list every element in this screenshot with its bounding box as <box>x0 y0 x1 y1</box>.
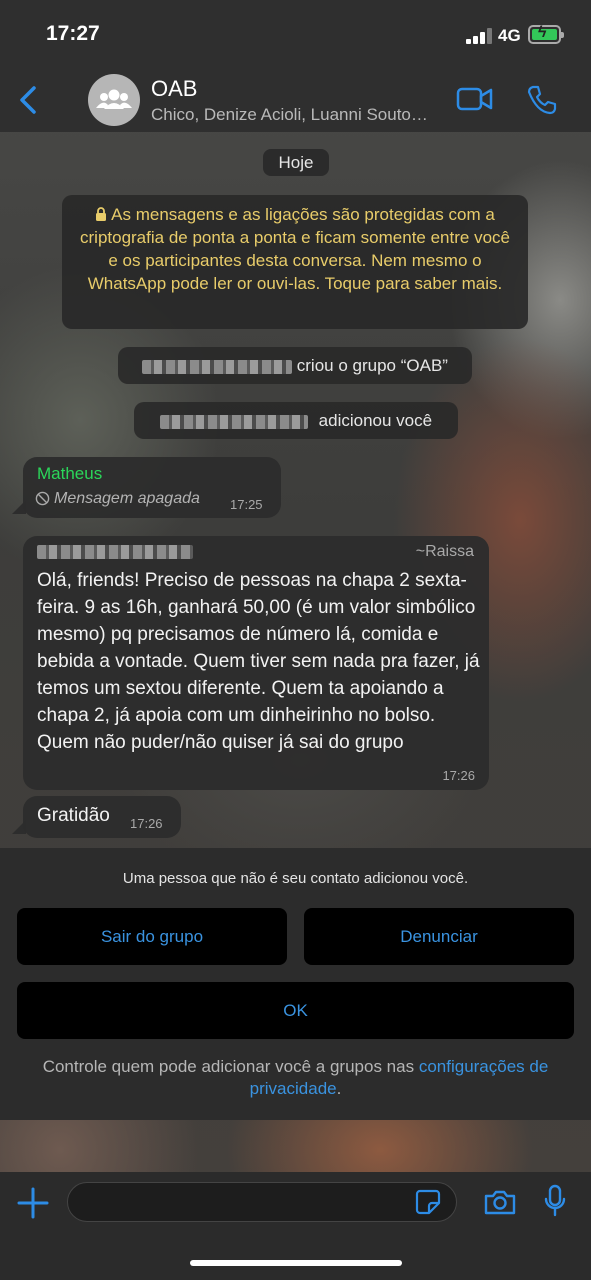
group-icon <box>96 89 132 109</box>
system-added-text: adicionou você <box>318 411 433 430</box>
privacy-note: Controle quem pode adicionar você a grup… <box>0 1056 591 1100</box>
battery-icon: ϟ <box>528 24 564 44</box>
avatar[interactable] <box>88 74 140 126</box>
message-text: Olá, friends! Preciso de pessoas na chap… <box>37 570 480 753</box>
encryption-text: As mensagens e as ligações são protegida… <box>80 205 510 293</box>
privacy-text: Controle quem pode adicionar você a grup… <box>42 1057 415 1076</box>
message-sender-alias: ~Raissa <box>415 543 474 560</box>
signal-icon <box>466 28 492 44</box>
microphone-icon[interactable] <box>543 1184 567 1218</box>
status-time: 17:27 <box>46 22 100 45</box>
redacted-phone <box>37 545 193 559</box>
chevron-left-icon[interactable] <box>14 82 44 118</box>
message-input[interactable] <box>67 1182 457 1222</box>
message-text: Gratidão <box>37 805 110 826</box>
deleted-message-text: Mensagem apagada <box>54 490 200 507</box>
prohibited-icon <box>35 491 50 506</box>
redacted-name <box>142 359 293 374</box>
status-bar: 17:27 4G ϟ <box>0 0 591 70</box>
camera-icon[interactable] <box>483 1188 517 1216</box>
redacted-name <box>159 414 308 429</box>
system-message-added: adicionou você <box>134 402 458 439</box>
lock-icon <box>96 207 107 221</box>
report-button[interactable]: Denunciar <box>304 908 574 965</box>
chat-header: OAB Chico, Denize Acioli, Luanni Souto… <box>0 70 591 132</box>
leave-group-label: Sair do grupo <box>100 927 204 946</box>
message-bubble[interactable]: Gratidão 17:26 <box>23 796 181 838</box>
message-sender: Matheus <box>37 464 103 483</box>
report-label: Denunciar <box>400 927 478 946</box>
leave-group-button[interactable]: Sair do grupo <box>17 908 287 965</box>
group-title[interactable]: OAB <box>151 76 197 102</box>
message-bubble[interactable]: ~Raissa Olá, friends! Preciso de pessoas… <box>23 536 489 790</box>
date-label: Hoje <box>278 153 314 172</box>
network-type: 4G <box>498 26 521 45</box>
system-message-created: criou o grupo “OAB” <box>118 347 472 384</box>
video-camera-icon[interactable] <box>456 86 494 112</box>
ok-button[interactable]: OK <box>17 982 574 1039</box>
phone-icon[interactable] <box>526 84 558 116</box>
unknown-adder-sheet: Uma pessoa que não é seu contato adicion… <box>0 848 591 1120</box>
input-bar <box>0 1172 591 1280</box>
date-pill: Hoje <box>263 149 329 176</box>
system-created-text: criou o grupo “OAB” <box>296 356 448 375</box>
message-time: 17:26 <box>130 816 163 831</box>
ok-label: OK <box>283 1001 308 1020</box>
plus-icon[interactable] <box>16 1186 50 1220</box>
privacy-end: . <box>336 1079 342 1098</box>
encryption-notice[interactable]: As mensagens e as ligações são protegida… <box>62 195 528 329</box>
sheet-info-text: Uma pessoa que não é seu contato adicion… <box>122 870 469 887</box>
message-bubble[interactable]: Matheus Mensagem apagada 17:25 <box>23 457 281 518</box>
message-time: 17:25 <box>230 497 263 512</box>
home-indicator <box>190 1260 402 1266</box>
sticker-icon[interactable] <box>414 1188 442 1216</box>
group-members[interactable]: Chico, Denize Acioli, Luanni Souto… <box>151 105 451 125</box>
message-time: 17:26 <box>442 768 475 783</box>
